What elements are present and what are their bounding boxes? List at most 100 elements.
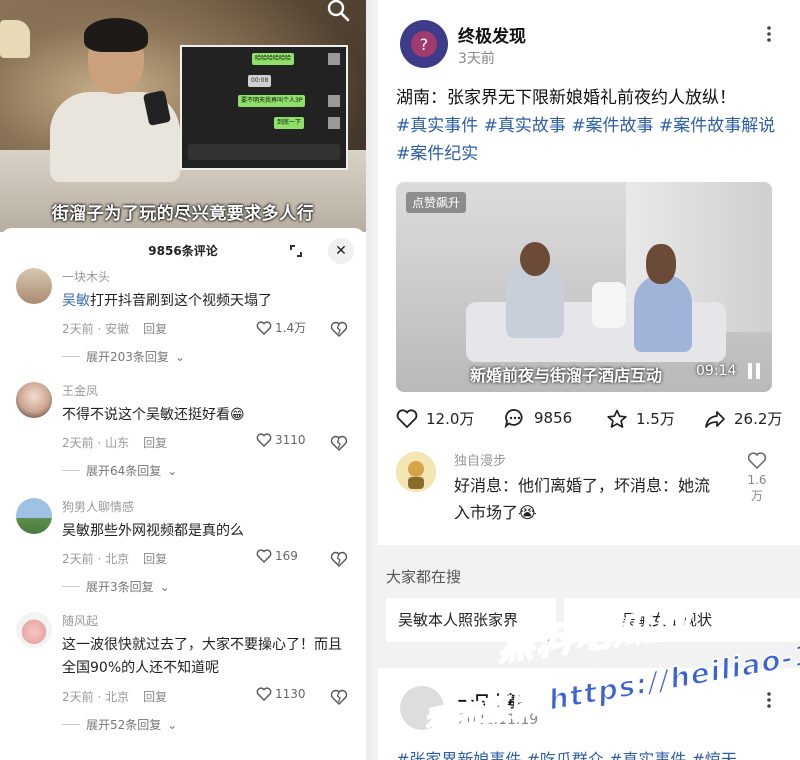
- heart-icon: [256, 549, 272, 563]
- broken-heart-icon[interactable]: [330, 434, 348, 452]
- more-options-icon[interactable]: [764, 24, 774, 44]
- star-icon: [607, 409, 627, 428]
- heart-icon: [256, 320, 272, 335]
- avatar[interactable]: [396, 452, 436, 492]
- video-caption: 街溜子为了玩的尽兴竟要求多人行: [51, 204, 315, 224]
- expand-replies-button[interactable]: 展开203条回复 ⌄: [62, 348, 185, 365]
- pause-icon[interactable]: [746, 362, 762, 380]
- like-count: 1.6万: [747, 473, 767, 503]
- lamp-graphic: [0, 20, 30, 58]
- author-name[interactable]: 一只小基: [458, 688, 522, 712]
- favorite-button[interactable]: 1.5万: [606, 408, 675, 429]
- comment-text: 吴敏那些外网视频都是真的么: [62, 523, 244, 539]
- hashtag-link[interactable]: #案件纪实: [396, 144, 478, 164]
- comment-username[interactable]: 随风起: [62, 612, 98, 629]
- share-count: 26.2万: [734, 410, 783, 428]
- reply-button[interactable]: 回复: [143, 690, 167, 704]
- comment-username[interactable]: 独自漫步: [454, 450, 506, 469]
- woman-head-graphic: [646, 244, 676, 284]
- hashtag-link[interactable]: #案件故事解说: [659, 116, 775, 136]
- comment-username[interactable]: 狗男人聊情感: [62, 498, 134, 515]
- broken-heart-icon[interactable]: [330, 688, 348, 706]
- trending-badge: 点赞飙升: [406, 192, 467, 213]
- reply-button[interactable]: 回复: [143, 552, 167, 566]
- divider: [62, 356, 80, 357]
- post-card: ? 终极发现 3天前 湖南：张家界无下限新娘婚礼前夜约人放纵！ #真实事件 #真…: [378, 0, 800, 545]
- trending-search-chip[interactable]: 吴敏本人照张家界: [386, 598, 556, 642]
- question-mark-icon: ?: [411, 31, 437, 57]
- like-button[interactable]: 1.6万: [744, 452, 770, 504]
- expand-icon[interactable]: [285, 240, 307, 262]
- post-body: 湖南：张家界无下限新娘婚礼前夜约人放纵！ #真实事件 #真实故事 #案件故事 #…: [396, 84, 788, 168]
- chat-screenshot-inset: 哈哈哈哈哈哈 00:08 要不明天我再叫个人3P 到底一下: [180, 45, 348, 170]
- close-button[interactable]: ✕: [328, 238, 354, 264]
- comment-text: 吴敏打开抖音刷到这个视频天塌了: [62, 290, 352, 313]
- comment-time: 2天前 · 北京: [62, 552, 130, 566]
- divider: [62, 586, 80, 587]
- comment-button[interactable]: 9856: [504, 408, 572, 428]
- like-button[interactable]: 1.4万: [256, 319, 306, 336]
- expand-replies-button[interactable]: 展开3条回复 ⌄: [62, 578, 170, 595]
- chat-avatar: [328, 117, 340, 129]
- avatar[interactable]: [16, 382, 52, 418]
- hashtag-link[interactable]: #真实事件: [396, 116, 478, 136]
- avatar[interactable]: [400, 686, 444, 730]
- comment-count: 9856: [534, 409, 573, 427]
- chat-input-bar: [188, 144, 340, 160]
- avatar[interactable]: [16, 612, 52, 648]
- post-time: 2022.11.19: [458, 712, 539, 728]
- comment-time: 2天前 · 山东: [62, 436, 130, 450]
- author-name[interactable]: 终极发现: [458, 22, 526, 47]
- comment-sheet: 9856条评论 ✕ 一块木头 吴敏打开抖音刷到这个视频天塌了 2天前 · 安徽回…: [0, 228, 366, 760]
- chat-bubble: 要不明天我再叫个人3P: [238, 95, 306, 107]
- comment-username[interactable]: 一块木头: [62, 268, 110, 285]
- broken-heart-icon[interactable]: [330, 550, 348, 568]
- chat-timestamp: 00:08: [248, 75, 272, 87]
- video-title: 新婚前夜与街溜子酒店互动: [470, 366, 663, 385]
- heart-icon: [256, 687, 272, 701]
- reply-button[interactable]: 回复: [143, 322, 167, 336]
- avatar[interactable]: [16, 498, 52, 534]
- like-button[interactable]: 169: [256, 549, 298, 563]
- chat-bubble: 哈哈哈哈哈哈: [252, 53, 295, 65]
- trending-search-row: 吴敏本人照张家界 吴敏女士现状: [386, 598, 800, 642]
- avatar[interactable]: [16, 268, 52, 304]
- svg-text:?: ?: [420, 35, 429, 54]
- mention-link[interactable]: 吴敏: [62, 293, 90, 309]
- like-button[interactable]: 12.0万: [396, 408, 474, 429]
- comment-icon: [504, 409, 523, 428]
- chevron-down-icon: ⌄: [159, 579, 170, 594]
- video-player[interactable]: 哈哈哈哈哈哈 00:08 要不明天我再叫个人3P 到底一下 街溜子为了玩的尽兴竟…: [0, 0, 366, 232]
- expand-replies-label: 展开203条回复: [86, 350, 169, 364]
- comment-time: 2天前 · 安徽: [62, 322, 130, 336]
- divider: [62, 724, 80, 725]
- hashtag-row[interactable]: #张家界新娘事件 #吃瓜群众 #真实事件 #惊天: [396, 746, 737, 760]
- video-thumbnail[interactable]: 点赞飙升 新婚前夜与街溜子酒店互动 09:14: [396, 182, 772, 392]
- trending-title: 大家都在搜: [386, 568, 462, 586]
- broken-heart-icon[interactable]: [330, 320, 348, 338]
- hashtag-link[interactable]: #真实故事: [484, 116, 566, 136]
- like-count: 12.0万: [426, 410, 475, 428]
- comment-username[interactable]: 王金凤: [62, 382, 98, 399]
- expand-replies-button[interactable]: 展开52条回复 ⌄: [62, 716, 177, 733]
- close-icon: ✕: [335, 243, 347, 259]
- share-icon: [705, 410, 725, 428]
- comment-text: 好消息：他们离婚了，坏消息：她流入市场了😭: [454, 476, 711, 522]
- trending-search-chip[interactable]: 吴敏女士现状: [564, 598, 800, 642]
- chat-avatar: [328, 53, 340, 65]
- comment-count: 9856条评论: [148, 244, 218, 258]
- more-options-icon[interactable]: [764, 690, 774, 710]
- share-button[interactable]: 26.2万: [704, 408, 782, 429]
- post-text: 湖南：张家界无下限新娘婚礼前夜约人放纵！: [396, 88, 736, 108]
- like-count: 1.4万: [275, 321, 307, 335]
- hashtag-link[interactable]: #案件故事: [571, 116, 653, 136]
- like-button[interactable]: 3110: [256, 433, 306, 447]
- search-icon[interactable]: [326, 0, 352, 22]
- reply-button[interactable]: 回复: [143, 436, 167, 450]
- expand-replies-button[interactable]: 展开64条回复 ⌄: [62, 462, 177, 479]
- avatar[interactable]: ?: [400, 20, 448, 68]
- like-button[interactable]: 1130: [256, 687, 306, 701]
- left-panel: 哈哈哈哈哈哈 00:08 要不明天我再叫个人3P 到底一下 街溜子为了玩的尽兴竟…: [0, 0, 366, 760]
- chevron-down-icon: ⌄: [174, 349, 185, 364]
- divider: [62, 470, 80, 471]
